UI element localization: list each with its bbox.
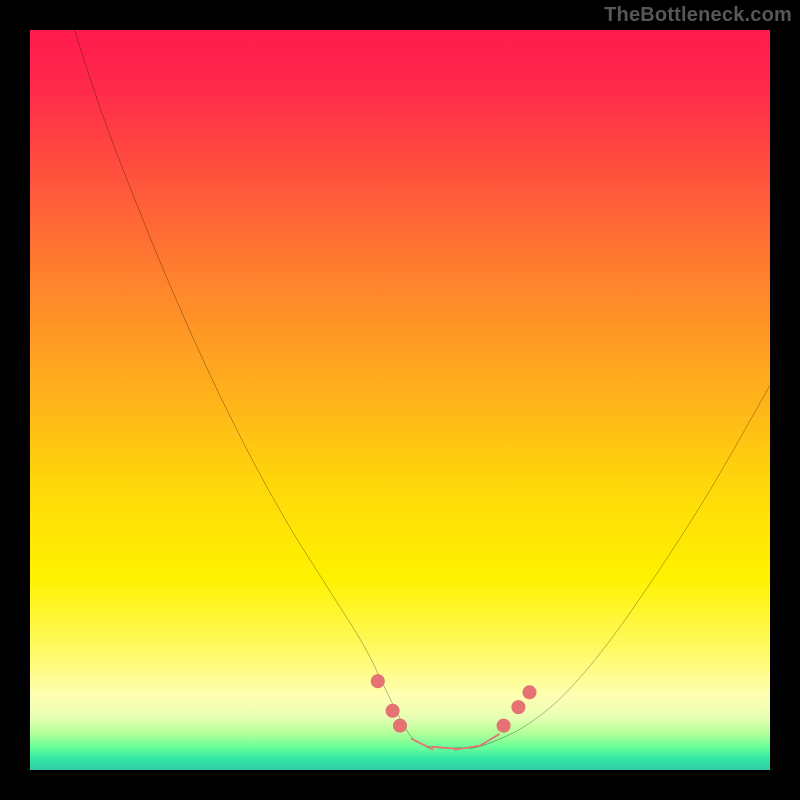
chart-svg (30, 30, 770, 770)
bottleneck-curve (74, 30, 770, 748)
marker-point (522, 685, 536, 699)
highlighted-points (371, 674, 537, 750)
marker-point (511, 700, 525, 714)
outer-frame: TheBottleneck.com (0, 0, 800, 800)
marker-point (433, 747, 457, 749)
marker-point (371, 674, 385, 688)
plot-area (30, 30, 770, 770)
marker-point (497, 719, 511, 733)
marker-point (386, 704, 400, 718)
marker-point (393, 719, 407, 733)
watermark-text: TheBottleneck.com (604, 4, 792, 27)
marker-point (412, 739, 433, 750)
